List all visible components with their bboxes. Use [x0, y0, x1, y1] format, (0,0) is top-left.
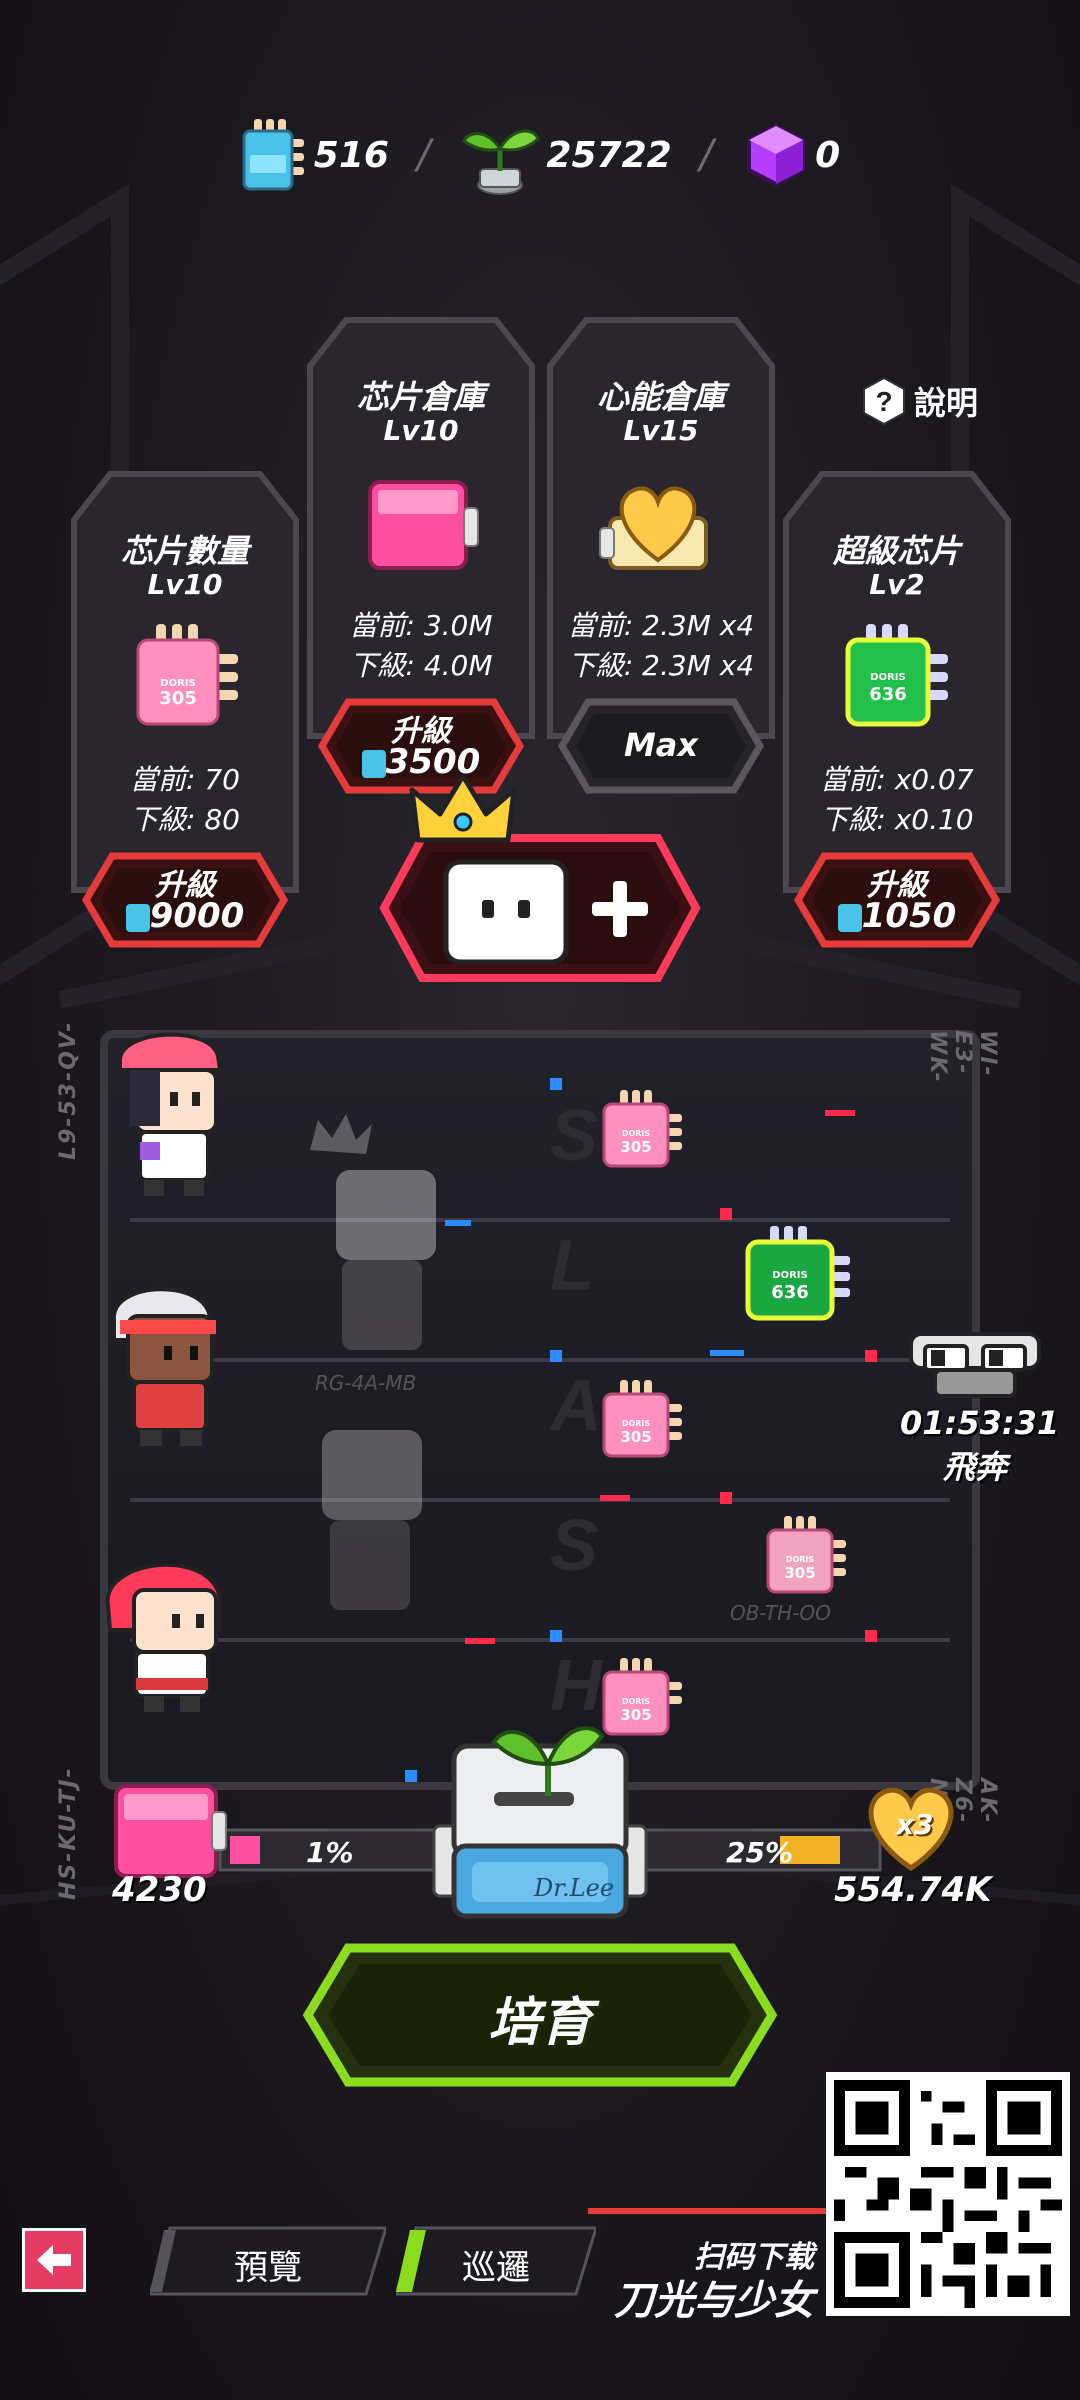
crown-icon: [409, 773, 517, 843]
sprout-icon: [462, 129, 541, 195]
mini-chip-icon: [125, 903, 150, 932]
side-code-right-top: WI-E3-WK-: [925, 1030, 1000, 1084]
pink-chip-icon: DORIS 305: [136, 624, 238, 726]
chip-code: 636: [869, 684, 907, 705]
svg-text:?: ?: [875, 386, 892, 417]
heart-multiplier: x3: [896, 1808, 934, 1841]
button-label: Max: [623, 726, 699, 764]
card-current: 當前: 70: [130, 763, 240, 796]
svg-text:DORIS: DORIS: [870, 672, 905, 683]
tab-preview-label: 預覽: [234, 2248, 302, 2288]
button-cost: 1050: [794, 896, 1000, 936]
svg-text:DORIS: DORIS: [622, 1697, 651, 1706]
upgrade-card-super-chip: 超級芯片 Lv2 DORIS 636 當前: x0.07 下級: x0.10 升…: [782, 460, 1012, 960]
upgrade-card-chip-warehouse: 芯片倉庫 Lv10 當前: 3.0M 下級: 4.0M 升級 3500: [306, 306, 536, 806]
svg-text:DORIS: DORIS: [772, 1270, 807, 1281]
watermark-letter-2: L: [550, 1226, 594, 1306]
card-next: 下級: 4.0M: [349, 649, 493, 682]
sprout-currency: 25722: [458, 113, 672, 197]
card-level: Lv10: [147, 568, 223, 601]
card-level: Lv10: [383, 414, 459, 447]
help-icon: ?: [863, 376, 905, 426]
watermark-letter-4: S: [550, 1506, 598, 1586]
svg-text:DORIS: DORIS: [622, 1419, 651, 1428]
chip-icon: [242, 119, 304, 191]
pink-warehouse-small-icon: [114, 1784, 227, 1878]
board-canvas: S L A S H RG-4A-MB OB-TH-OO DORIS 305 DO…: [100, 1030, 980, 1790]
add-character-button[interactable]: [378, 773, 702, 986]
board-code-lower: OB-TH-OO: [730, 1601, 831, 1625]
board-code-mid: RG-4A-MB: [315, 1371, 416, 1395]
cube-currency: 0: [741, 120, 840, 190]
arrow-left-icon: [37, 2245, 71, 2275]
purple-cube-icon: [747, 123, 806, 187]
chip-code: 305: [159, 688, 197, 709]
promo-title: 刀光与少女: [614, 2278, 814, 2324]
card-title: 芯片倉庫: [356, 378, 485, 416]
timer-time: 01:53:31: [900, 1404, 1060, 1442]
watermark-letter-3: A: [548, 1366, 602, 1446]
svg-text:DORIS: DORIS: [786, 1555, 815, 1564]
card-level: Lv15: [623, 414, 699, 447]
heart-warehouse-icon: [599, 486, 708, 570]
watermark-letter-1: S: [550, 1096, 598, 1176]
cube-count: 0: [815, 134, 841, 176]
help-label: 說明: [914, 384, 979, 422]
upgrade-button-super-chip[interactable]: 升級 1050: [794, 852, 1000, 948]
help-button[interactable]: ? 說明: [860, 376, 978, 426]
qr-code[interactable]: [826, 2072, 1070, 2316]
card-next: 下級: x0.10: [820, 803, 974, 836]
tab-preview[interactable]: 預覽: [147, 2226, 389, 2296]
tab-patrol[interactable]: 巡邏: [393, 2226, 599, 2296]
promo-banner[interactable]: 扫码下载 刀光与少女: [580, 2208, 830, 2324]
sprout-count: 25722: [546, 134, 672, 176]
currency-bar: 516 / 25722 / 0: [0, 112, 1080, 198]
max-button-heart-warehouse[interactable]: Max: [558, 698, 764, 794]
side-code-left-top: L9-53-QV-: [56, 1020, 81, 1160]
card-next: 下級: 80: [130, 803, 240, 836]
card-title: 心能倉庫: [596, 378, 725, 416]
card-title: 超級芯片: [832, 532, 961, 570]
svg-text:305: 305: [784, 1564, 815, 1582]
card-current: 當前: 3.0M: [349, 609, 493, 642]
upgrade-card-chip-count: 芯片數量 Lv10 DORIS 305 當前: 70 下級: 80 升級 900…: [70, 460, 300, 960]
svg-text:DORIS: DORIS: [622, 1129, 651, 1138]
svg-text:305: 305: [620, 1138, 651, 1156]
pink-warehouse-icon: [368, 480, 479, 570]
card-current: 當前: x0.07: [820, 763, 974, 796]
chip-count: 516: [313, 134, 389, 176]
card-next: 下級: 2.3M x4: [567, 649, 755, 682]
back-button[interactable]: [22, 2228, 86, 2292]
button-cost: 9000: [82, 896, 288, 936]
heart-storage-percent: 25%: [726, 1836, 794, 1869]
card-title: 芯片數量: [120, 532, 249, 570]
dr-lee-machine[interactable]: Dr.Lee: [424, 1706, 656, 1926]
chip-currency: 516: [240, 117, 389, 193]
svg-text:305: 305: [620, 1428, 651, 1446]
heart-storage-value: 554.74K: [834, 1870, 992, 1910]
card-level: Lv2: [869, 568, 925, 601]
card-current: 當前: 2.3M x4: [567, 609, 755, 642]
upgrade-button-chip-count[interactable]: 升級 9000: [82, 852, 288, 948]
cultivate-label: 培育: [487, 1993, 592, 2053]
goggles-icon: [909, 1332, 1041, 1398]
svg-text:636: 636: [771, 1282, 809, 1303]
sprint-timer[interactable]: 01:53:31 飛奔: [900, 1330, 1060, 1488]
chip-storage-percent: 1%: [306, 1836, 354, 1869]
chip-storage-value: 4230: [112, 1870, 207, 1910]
game-board: S L A S H RG-4A-MB OB-TH-OO DORIS 305 DO…: [100, 1030, 980, 1790]
tab-patrol-label: 巡邏: [462, 2248, 530, 2288]
timer-label: 飛奔: [942, 1448, 1007, 1486]
mini-chip-icon: [361, 749, 386, 778]
cultivate-button[interactable]: 培育: [300, 1940, 780, 2090]
mini-chip-icon: [837, 903, 862, 932]
machine-label: Dr.Lee: [534, 1874, 615, 1902]
green-super-chip-icon: DORIS 636: [845, 624, 948, 727]
upgrade-card-heart-warehouse: 心能倉庫 Lv15 當前: 2.3M x4 下級: 2.3M x4 Max: [546, 306, 776, 806]
